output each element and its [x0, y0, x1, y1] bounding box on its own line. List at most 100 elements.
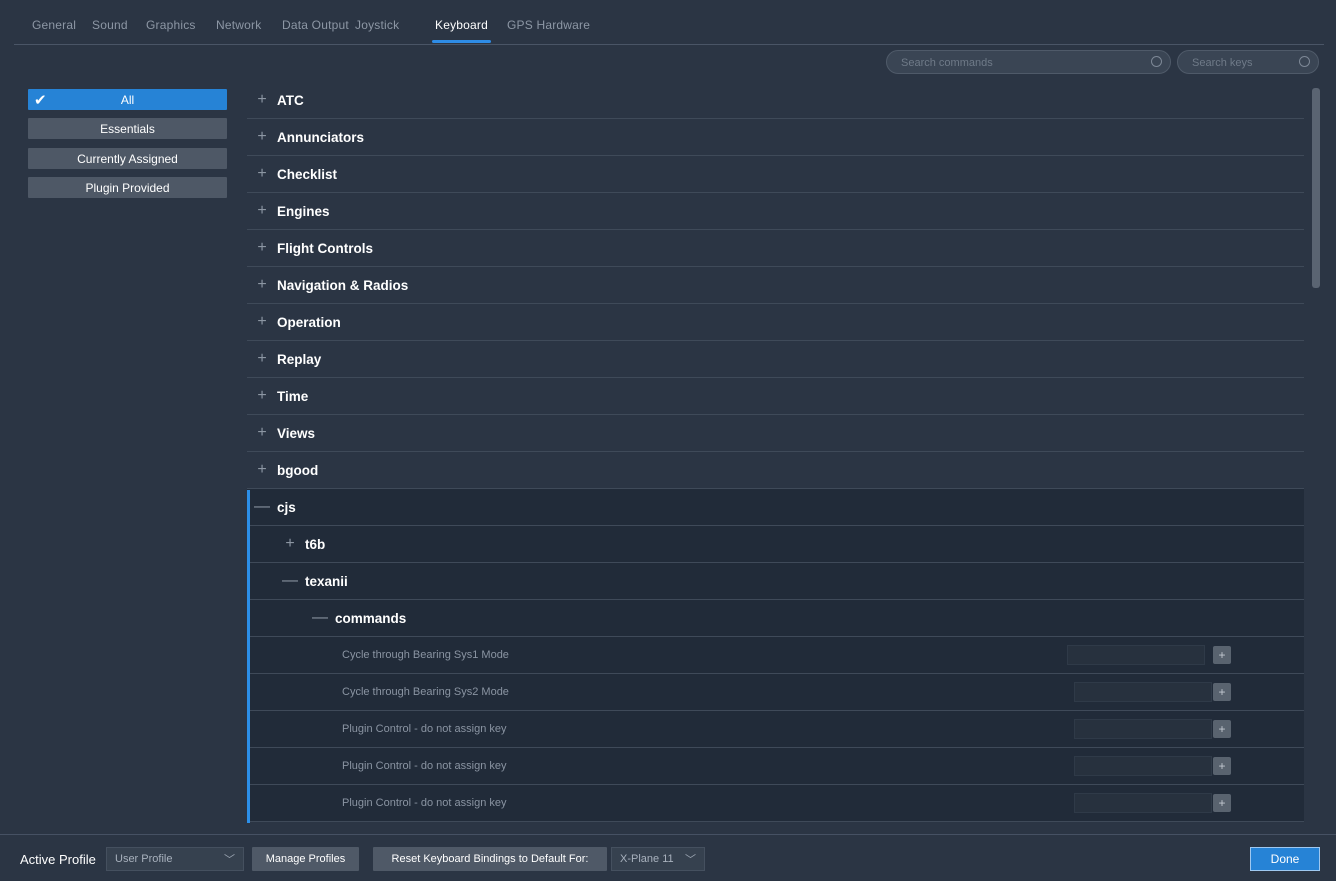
tab-joystick[interactable]: Joystick: [355, 18, 399, 32]
search-icon: [1299, 56, 1310, 67]
category-row-annunciators[interactable]: + Annunciators: [247, 119, 1304, 156]
category-label: Time: [277, 388, 309, 404]
category-label: t6b: [305, 536, 326, 552]
tab-gps-hardware[interactable]: GPS Hardware: [507, 18, 590, 32]
key-binding-field[interactable]: [1074, 719, 1212, 739]
filter-plugin-provided-button[interactable]: Plugin Provided: [28, 177, 227, 198]
check-icon: ✔: [34, 92, 47, 109]
expand-icon[interactable]: +: [253, 276, 271, 294]
filter-label: All: [120, 92, 135, 107]
command-label: Cycle through Bearing Sys2 Mode: [342, 686, 509, 698]
key-binding-field[interactable]: [1074, 682, 1212, 702]
category-label: commands: [335, 610, 407, 626]
category-row-time[interactable]: + Time: [247, 378, 1304, 415]
active-profile-label: Active Profile: [20, 852, 96, 867]
search-commands-field: [886, 50, 1171, 74]
category-row-bgood[interactable]: + bgood: [247, 452, 1304, 489]
profile-dropdown[interactable]: User Profile ﹀: [106, 847, 244, 871]
key-binding-field[interactable]: [1067, 645, 1205, 665]
settings-tab-bar: General Sound Graphics Network Data Outp…: [14, 0, 1324, 45]
expand-icon[interactable]: +: [253, 239, 271, 257]
filter-label: Plugin Provided: [85, 180, 170, 195]
add-binding-button[interactable]: +: [1213, 646, 1231, 664]
done-button[interactable]: Done: [1250, 847, 1320, 871]
filter-essentials-button[interactable]: Essentials: [28, 118, 227, 139]
command-row: Plugin Control - do not assign key +: [247, 748, 1304, 785]
command-list: + ATC + Annunciators + Checklist + Engin…: [247, 82, 1304, 823]
filter-label: Currently Assigned: [77, 151, 178, 166]
expand-icon[interactable]: +: [281, 535, 299, 553]
command-label: Plugin Control - do not assign key: [342, 797, 507, 809]
command-label: Plugin Control - do not assign key: [342, 760, 507, 772]
expand-icon[interactable]: +: [253, 424, 271, 442]
category-label: cjs: [277, 499, 296, 515]
expand-icon[interactable]: +: [253, 128, 271, 146]
expand-icon[interactable]: +: [253, 350, 271, 368]
add-binding-button[interactable]: +: [1213, 683, 1231, 701]
category-label: bgood: [277, 462, 319, 478]
key-binding-field[interactable]: [1074, 793, 1212, 813]
category-row-engines[interactable]: + Engines: [247, 193, 1304, 230]
expand-icon[interactable]: +: [253, 387, 271, 405]
add-binding-button[interactable]: +: [1213, 720, 1231, 738]
reset-target-value: X-Plane 11: [620, 853, 674, 865]
collapse-icon[interactable]: —: [281, 572, 299, 590]
tab-network[interactable]: Network: [216, 18, 261, 32]
category-row-commands[interactable]: — commands: [247, 600, 1304, 637]
filter-all-button[interactable]: ✔ All: [28, 89, 227, 110]
list-scrollbar[interactable]: [1312, 88, 1320, 288]
command-label: Cycle through Bearing Sys1 Mode: [342, 649, 509, 661]
filter-currently-assigned-button[interactable]: Currently Assigned: [28, 148, 227, 169]
category-label: Flight Controls: [277, 240, 373, 256]
add-binding-button[interactable]: +: [1213, 794, 1231, 812]
search-icon: [1151, 56, 1162, 67]
category-label: Checklist: [277, 166, 338, 182]
category-row-operation[interactable]: + Operation: [247, 304, 1304, 341]
category-row-flight-controls[interactable]: + Flight Controls: [247, 230, 1304, 267]
category-row-checklist[interactable]: + Checklist: [247, 156, 1304, 193]
chevron-down-icon: ﹀: [224, 854, 235, 866]
command-row: Cycle through Bearing Sys2 Mode +: [247, 674, 1304, 711]
tab-keyboard[interactable]: Keyboard: [432, 18, 491, 43]
collapse-icon[interactable]: —: [253, 498, 271, 516]
category-row-texanii[interactable]: — texanii: [247, 563, 1304, 600]
command-label: Plugin Control - do not assign key: [342, 723, 507, 735]
chevron-down-icon: ﹀: [685, 854, 696, 866]
tab-data-output[interactable]: Data Output: [282, 18, 349, 32]
category-row-replay[interactable]: + Replay: [247, 341, 1304, 378]
bottom-bar: Active Profile User Profile ﹀ Manage Pro…: [0, 834, 1336, 881]
profile-dropdown-value: User Profile: [115, 853, 173, 865]
filter-label: Essentials: [100, 121, 155, 136]
category-row-navigation-radios[interactable]: + Navigation & Radios: [247, 267, 1304, 304]
tab-general[interactable]: General: [32, 18, 76, 32]
search-keys-input[interactable]: [1190, 54, 1294, 72]
command-row: Plugin Control - do not assign key +: [247, 785, 1304, 822]
tab-sound[interactable]: Sound: [92, 18, 128, 32]
reset-target-dropdown[interactable]: X-Plane 11 ﹀: [611, 847, 705, 871]
category-label: ATC: [277, 92, 304, 108]
keyboard-settings-window: General Sound Graphics Network Data Outp…: [0, 0, 1336, 880]
category-label: texanii: [305, 573, 348, 589]
add-binding-button[interactable]: +: [1213, 757, 1231, 775]
category-row-cjs[interactable]: — cjs: [247, 489, 1304, 526]
category-row-views[interactable]: + Views: [247, 415, 1304, 452]
manage-profiles-button[interactable]: Manage Profiles: [252, 847, 359, 871]
expand-icon[interactable]: +: [253, 202, 271, 220]
command-row: Cycle through Bearing Sys1 Mode +: [247, 637, 1304, 674]
category-row-atc[interactable]: + ATC: [247, 82, 1304, 119]
category-label: Annunciators: [277, 129, 365, 145]
expand-icon[interactable]: +: [253, 91, 271, 109]
key-binding-field[interactable]: [1074, 756, 1212, 776]
category-label: Views: [277, 425, 316, 441]
tab-graphics[interactable]: Graphics: [146, 18, 196, 32]
search-commands-input[interactable]: [899, 54, 1146, 72]
reset-keyboard-bindings-button[interactable]: Reset Keyboard Bindings to Default For:: [373, 847, 607, 871]
expand-icon[interactable]: +: [253, 313, 271, 331]
category-label: Replay: [277, 351, 322, 367]
category-row-t6b[interactable]: + t6b: [247, 526, 1304, 563]
expand-icon[interactable]: +: [253, 461, 271, 479]
collapse-icon[interactable]: —: [311, 609, 329, 627]
category-label: Engines: [277, 203, 330, 219]
category-label: Operation: [277, 314, 341, 330]
expand-icon[interactable]: +: [253, 165, 271, 183]
